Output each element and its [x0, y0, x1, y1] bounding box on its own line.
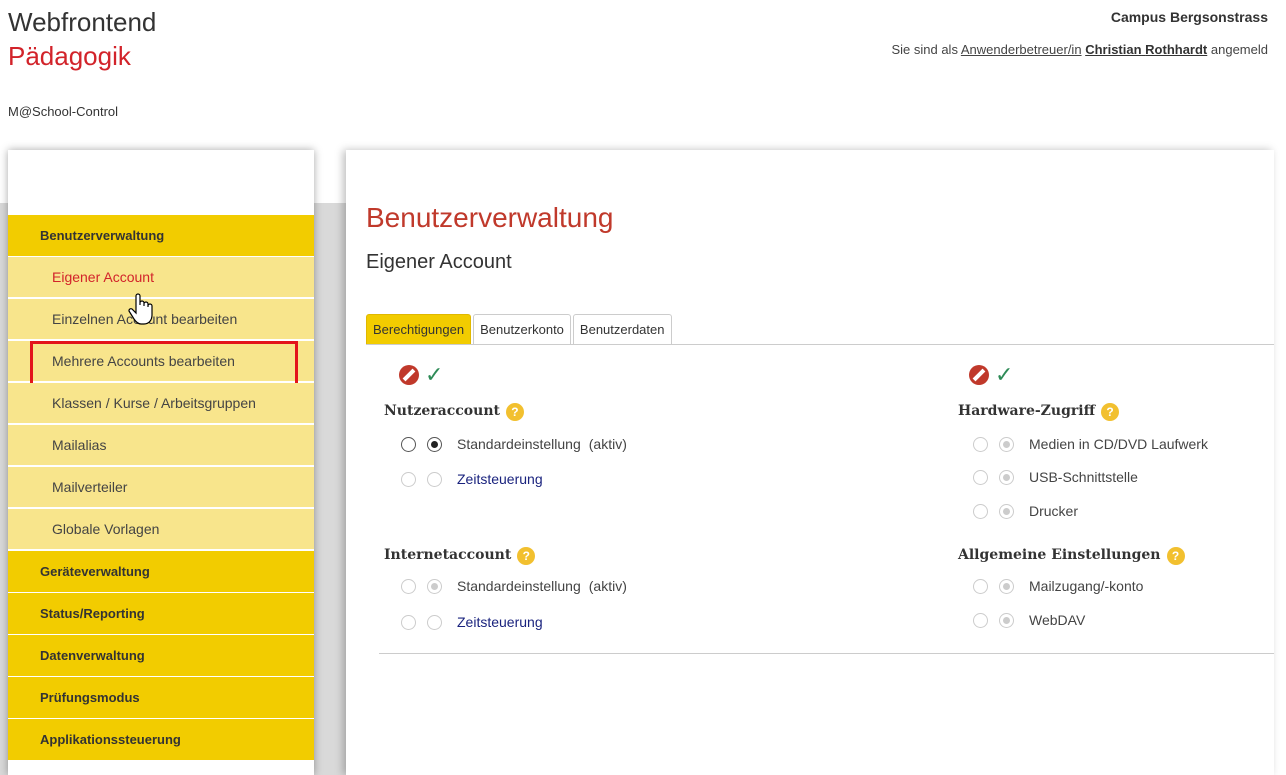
nav-item-einzelnen-account[interactable]: Einzelnen Account bearbeiten	[8, 299, 314, 341]
tab-divider	[366, 344, 1274, 345]
option-hardware-usb: USB-Schnittstelle	[973, 469, 1138, 485]
user-first-name[interactable]: Christian	[1085, 42, 1141, 57]
content-divider	[379, 653, 1274, 654]
nav-item-mailalias[interactable]: Mailalias	[8, 425, 314, 467]
option-nutzer-zeitsteuerung: Zeitsteuerung	[401, 471, 543, 487]
nav-item-eigener-account[interactable]: Eigener Account	[8, 257, 314, 299]
radio-deny[interactable]	[401, 471, 416, 487]
radio-deny[interactable]	[973, 612, 988, 628]
option-hardware-drucker: Drucker	[973, 503, 1078, 519]
help-icon[interactable]: ?	[1101, 403, 1120, 421]
help-icon[interactable]: ?	[517, 547, 536, 565]
radio-deny[interactable]	[973, 436, 988, 452]
app-subtitle: Pädagogik	[8, 41, 131, 71]
radio-allow[interactable]	[999, 612, 1014, 628]
option-label: Medien in CD/DVD Laufwerk	[1029, 436, 1208, 452]
section-nutzeraccount: Nutzeraccount?	[384, 403, 524, 421]
radio-deny[interactable]	[401, 436, 416, 452]
radio-allow[interactable]	[999, 578, 1014, 594]
option-status: (aktiv)	[588, 436, 627, 452]
hand-cursor-icon	[128, 293, 153, 325]
option-label: Standardeinstellung	[457, 436, 581, 452]
radio-allow[interactable]	[999, 503, 1014, 519]
nav-group-pruefungsmodus[interactable]: Prüfungsmodus	[8, 677, 314, 719]
option-allgemein-webdav: WebDAV	[973, 612, 1085, 628]
option-label: WebDAV	[1029, 612, 1086, 628]
allow-check-icon: ✓	[995, 362, 1014, 388]
allow-check-icon: ✓	[425, 362, 444, 388]
help-icon[interactable]: ?	[505, 403, 524, 421]
app-title: Webfrontend	[8, 7, 157, 37]
nav-group-geraeteverwaltung[interactable]: Geräteverwaltung	[8, 551, 314, 593]
section-hardware-zugriff: Hardware-Zugriff?	[958, 403, 1120, 421]
option-internet-zeitsteuerung: Zeitsteuerung	[401, 614, 543, 630]
login-suffix: angemeld	[1210, 42, 1268, 57]
nav-item-klassen-kurse[interactable]: Klassen / Kurse / Arbeitsgruppen	[8, 383, 314, 425]
section-internetaccount-title: Internetaccount	[384, 547, 512, 563]
product-name: M@School-Control	[8, 104, 119, 119]
nav-item-globale-vorlagen[interactable]: Globale Vorlagen	[8, 509, 314, 551]
option-hardware-cd-dvd: Medien in CD/DVD Laufwerk	[973, 436, 1208, 452]
tab-benutzerdaten[interactable]: Benutzerdaten	[572, 314, 672, 344]
option-allgemein-mail: Mailzugang/-konto	[973, 578, 1143, 594]
option-label: Mailzugang/-konto	[1029, 578, 1144, 594]
left-column-legend: ✓	[399, 362, 444, 388]
login-info: Sie sind als Anwenderbetreuer/in Christi…	[891, 42, 1268, 57]
right-column-legend: ✓	[969, 362, 1014, 388]
tab-berechtigungen[interactable]: Berechtigungen	[366, 314, 472, 344]
section-internetaccount: Internetaccount?	[384, 547, 536, 565]
nav-group-status-reporting[interactable]: Status/Reporting	[8, 593, 314, 635]
option-status: (aktiv)	[588, 578, 627, 594]
option-nutzer-standard: Standardeinstellung (aktiv)	[401, 436, 627, 452]
nav-item-mailverteiler[interactable]: Mailverteiler	[8, 467, 314, 509]
option-internet-standard: Standardeinstellung (aktiv)	[401, 578, 627, 594]
option-label: Standardeinstellung	[457, 578, 581, 594]
user-last-name[interactable]: Rothhardt	[1145, 42, 1207, 57]
section-allgemein-title: Allgemeine Einstellungen	[958, 547, 1161, 563]
radio-allow[interactable]	[427, 614, 442, 630]
radio-deny[interactable]	[973, 503, 988, 519]
deny-icon	[399, 365, 419, 386]
page-subtitle: Eigener Account	[366, 251, 512, 273]
nav-group-benutzerverwaltung[interactable]: Benutzerverwaltung	[8, 215, 314, 257]
tab-benutzerkonto[interactable]: Benutzerkonto	[473, 314, 571, 344]
help-icon[interactable]: ?	[1166, 547, 1185, 565]
option-label: Drucker	[1029, 503, 1079, 519]
section-allgemeine-einstellungen: Allgemeine Einstellungen?	[958, 547, 1185, 565]
page-title: Benutzerverwaltung	[366, 202, 614, 233]
section-hardware-title: Hardware-Zugriff	[958, 403, 1096, 419]
radio-allow[interactable]	[427, 436, 442, 452]
radio-allow[interactable]	[427, 471, 442, 487]
radio-allow[interactable]	[427, 578, 442, 594]
nav-item-mehrere-accounts[interactable]: Mehrere Accounts bearbeiten	[8, 341, 314, 387]
section-nutzeraccount-title: Nutzeraccount	[384, 403, 500, 419]
main-panel: Benutzerverwaltung Eigener Account Berec…	[346, 150, 1274, 775]
tab-bar: Berechtigungen Benutzerkonto Benutzerdat…	[366, 314, 674, 344]
user-link[interactable]: Christian Rothhardt	[1085, 42, 1207, 57]
radio-allow[interactable]	[999, 436, 1014, 452]
option-label: USB-Schnittstelle	[1029, 469, 1138, 485]
radio-deny[interactable]	[973, 469, 988, 485]
zeitsteuerung-link[interactable]: Zeitsteuerung	[457, 471, 543, 487]
radio-deny[interactable]	[973, 578, 988, 594]
login-prefix: Sie sind als	[891, 42, 958, 57]
sidebar-top	[8, 150, 314, 215]
deny-icon	[969, 365, 989, 386]
radio-allow[interactable]	[999, 469, 1014, 485]
campus-name: Campus Bergsonstrass	[1110, 9, 1268, 25]
zeitsteuerung-link[interactable]: Zeitsteuerung	[457, 614, 543, 630]
sidebar: Benutzerverwaltung Eigener Account Einze…	[8, 150, 314, 775]
radio-deny[interactable]	[401, 578, 416, 594]
nav-group-applikationssteuerung[interactable]: Applikationssteuerung	[8, 719, 314, 761]
role-link[interactable]: Anwenderbetreuer/in	[961, 42, 1082, 57]
nav-group-datenverwaltung[interactable]: Datenverwaltung	[8, 635, 314, 677]
radio-deny[interactable]	[401, 614, 416, 630]
